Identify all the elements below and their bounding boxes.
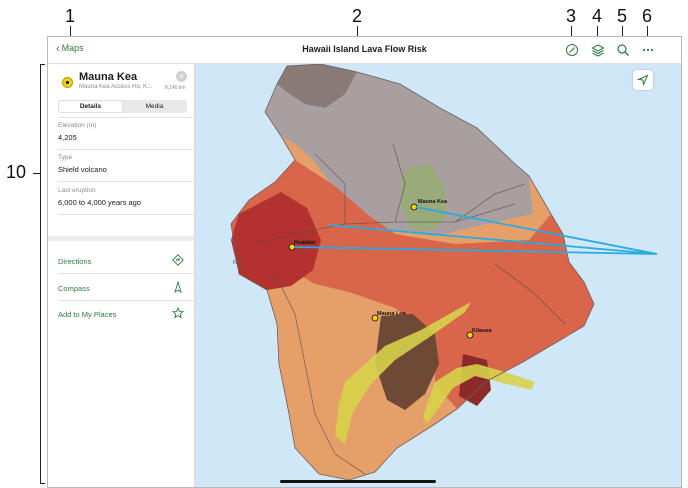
callout-5: 5 (617, 6, 628, 26)
close-icon[interactable]: × (176, 71, 187, 82)
attribute-value-last-eruption: 6,000 to 4,000 years ago (58, 198, 141, 207)
attribute-label-last-eruption: Last eruption (58, 187, 96, 194)
volcano-pin-icon (62, 77, 73, 88)
callout-10: 10 (6, 162, 27, 182)
callout-2: 2 (352, 6, 363, 26)
callout-10-line (33, 173, 40, 174)
attribute-value-elevation: 4,205 (58, 133, 77, 142)
divider (58, 273, 194, 274)
place-address: Mauna Kea Access Rd, K... (79, 84, 153, 90)
callout-10-tick-top (40, 64, 45, 65)
section-divider (48, 236, 194, 241)
map-label-kilauea: Kilauea (472, 328, 493, 334)
attribute-value-type: Shield volcano (58, 165, 107, 174)
callout-6: 6 (642, 6, 653, 26)
map-view[interactable]: Mauna Kea Hualalai Mauna Loa Kilauea Kai… (195, 63, 681, 487)
directions-button[interactable]: Directions (58, 257, 91, 266)
map-label-mauna-loa: Mauna Loa (377, 311, 407, 317)
island-map: Mauna Kea Hualalai Mauna Loa Kilauea Kai… (230, 63, 658, 481)
add-to-my-places-button[interactable]: Add to My Places (58, 310, 116, 319)
divider (58, 181, 194, 182)
compass-icon[interactable] (565, 43, 579, 57)
compass-button[interactable]: Compass (58, 284, 90, 293)
more-icon[interactable] (641, 43, 655, 57)
callout-4: 4 (592, 6, 603, 26)
callout-10-tick-bottom (40, 483, 45, 484)
layers-icon[interactable] (591, 43, 605, 57)
callout-1: 1 (65, 6, 76, 26)
directions-icon[interactable] (172, 254, 184, 266)
compass-needle-icon[interactable] (172, 281, 184, 293)
search-icon[interactable] (616, 43, 630, 57)
attribute-label-elevation: Elevation (m) (58, 122, 97, 129)
map-label-hualalai: Hualalai (294, 240, 316, 246)
attribute-label-type: Type (58, 154, 73, 161)
navigation-bar: ‹ Maps Hawaii Island Lava Flow Risk (48, 37, 681, 64)
home-indicator (280, 480, 436, 483)
map-label-town: Kail (233, 260, 242, 266)
place-distance: 8,140 km (165, 85, 186, 91)
divider (58, 117, 194, 118)
place-name: Mauna Kea (79, 71, 138, 83)
sidebar-panel: Mauna Kea Mauna Kea Access Rd, K... 8,14… (48, 64, 195, 487)
segmented-control: Details Media (58, 100, 187, 113)
map-label-mauna-kea: Mauna Kea (418, 199, 448, 205)
tab-details[interactable]: Details (59, 101, 122, 112)
divider (58, 149, 194, 150)
tab-media[interactable]: Media (123, 101, 186, 112)
callout-3: 3 (566, 6, 577, 26)
page-title: Hawaii Island Lava Flow Risk (302, 44, 427, 54)
divider (58, 214, 194, 215)
location-arrow-icon[interactable] (633, 70, 653, 90)
star-icon[interactable] (172, 307, 184, 319)
callout-10-bracket (40, 64, 41, 484)
divider (58, 300, 194, 301)
ipad-screen: ‹ Maps Hawaii Island Lava Flow Risk Mauna… (47, 36, 682, 488)
